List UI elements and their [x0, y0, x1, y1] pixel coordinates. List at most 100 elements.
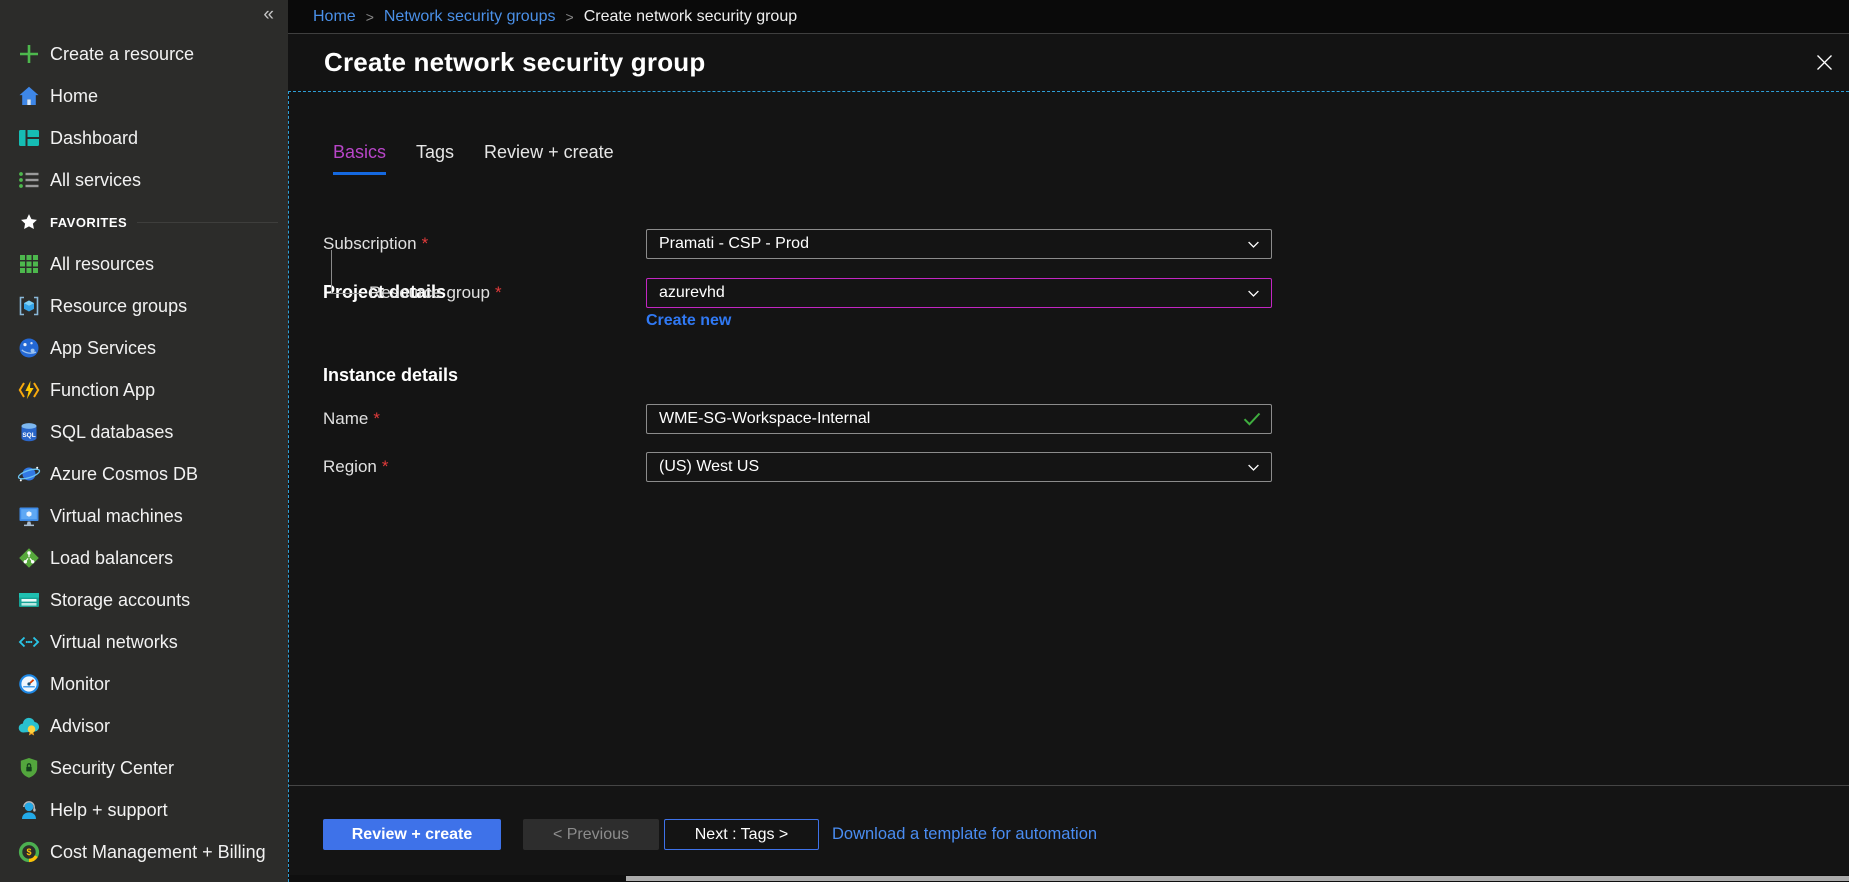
plus-icon: [16, 42, 41, 66]
sidebar-item-label: App Services: [50, 338, 156, 359]
sidebar-item-azure-cosmos-db[interactable]: Azure Cosmos DB: [0, 453, 288, 495]
sidebar: « Create a resource Home Dashboard All serv…: [0, 0, 288, 882]
wizard-footer: Review + create < Previous Next : Tags >…: [289, 785, 1849, 875]
page-title: Create network security group: [324, 47, 705, 78]
subscription-select[interactable]: Pramati - CSP - Prod: [646, 229, 1272, 259]
all-services-icon: [16, 168, 41, 192]
sidebar-item-function-app[interactable]: Function App: [0, 369, 288, 411]
tab-basics[interactable]: Basics: [333, 142, 386, 175]
star-icon: [16, 210, 41, 234]
instance-details-heading: Instance details: [323, 365, 458, 386]
sidebar-item-virtual-networks[interactable]: Virtual networks: [0, 621, 288, 663]
sidebar-item-label: Help + support: [50, 800, 168, 821]
app-services-icon: [16, 336, 41, 360]
sidebar-item-storage-accounts[interactable]: Storage accounts: [0, 579, 288, 621]
tab-bar: Basics Tags Review + create: [333, 142, 614, 175]
sidebar-item-virtual-machines[interactable]: Virtual machines: [0, 495, 288, 537]
sidebar-item-label: FAVORITES: [50, 215, 127, 230]
sidebar-item-security-center[interactable]: Security Center: [0, 747, 288, 789]
resource-groups-icon: [16, 294, 41, 318]
sidebar-item-label: Home: [50, 86, 98, 107]
chevron-down-icon: [1246, 237, 1261, 252]
sidebar-item-help-support[interactable]: Help + support: [0, 789, 288, 831]
region-select[interactable]: (US) West US: [646, 452, 1272, 482]
sidebar-item-all-resources[interactable]: All resources: [0, 243, 288, 285]
required-asterisk: *: [382, 457, 389, 476]
sidebar-item-home[interactable]: Home: [0, 75, 288, 117]
load-balancers-icon: [16, 546, 41, 570]
resource-group-connector: [331, 250, 364, 294]
advisor-icon: [16, 714, 41, 738]
breadcrumb-create-network-security-group: Create network security group: [584, 8, 797, 26]
breadcrumb-separator: >: [566, 9, 574, 25]
chevron-down-icon: [1246, 286, 1261, 301]
sidebar-item-label: Virtual machines: [50, 506, 183, 527]
function-app-icon: [16, 378, 41, 402]
sidebar-item-sql-databases[interactable]: SQL SQL databases: [0, 411, 288, 453]
home-icon: [16, 84, 41, 108]
create-new-link[interactable]: Create new: [646, 312, 731, 330]
next-tags-button[interactable]: Next : Tags >: [664, 819, 819, 850]
sidebar-item-label: Resource groups: [50, 296, 187, 317]
horizontal-scrollbar[interactable]: [289, 875, 1849, 882]
virtual-machines-icon: [16, 504, 41, 528]
breadcrumb-separator: >: [366, 9, 374, 25]
sidebar-item-load-balancers[interactable]: Load balancers: [0, 537, 288, 579]
breadcrumb-network-security-groups[interactable]: Network security groups: [384, 8, 556, 26]
all-resources-icon: [16, 252, 41, 276]
download-template-link[interactable]: Download a template for automation: [832, 819, 1097, 850]
sidebar-item-label: Virtual networks: [50, 632, 178, 653]
sidebar-item-label: Advisor: [50, 716, 110, 737]
sidebar-section-favorites: FAVORITES: [0, 201, 288, 243]
sidebar-item-label: All services: [50, 170, 141, 191]
sidebar-collapse-button[interactable]: «: [263, 5, 274, 24]
sidebar-item-label: Function App: [50, 380, 155, 401]
dashboard-icon: [16, 126, 41, 150]
sidebar-item-cost-management-billing[interactable]: $ Cost Management + Billing: [0, 831, 288, 873]
sidebar-item-resource-groups[interactable]: Resource groups: [0, 285, 288, 327]
create-nsg-form: BasicsTagsReview + create Project detail…: [288, 91, 1849, 882]
sidebar-item-label: Cost Management + Billing: [50, 842, 266, 863]
sidebar-item-dashboard[interactable]: Dashboard: [0, 117, 288, 159]
sidebar-item-label: Storage accounts: [50, 590, 190, 611]
sidebar-item-advisor[interactable]: Advisor: [0, 705, 288, 747]
sidebar-item-label: Azure Cosmos DB: [50, 464, 198, 485]
storage-accounts-icon: [16, 588, 41, 612]
previous-button[interactable]: < Previous: [523, 819, 659, 850]
cost-management-icon: $: [16, 840, 41, 864]
help-support-icon: [16, 798, 41, 822]
svg-text:$: $: [26, 847, 31, 857]
valid-check-icon: [1243, 412, 1261, 426]
section-divider: [137, 222, 278, 223]
sidebar-item-label: Monitor: [50, 674, 110, 695]
svg-text:SQL: SQL: [22, 432, 35, 439]
breadcrumb-home[interactable]: Home: [313, 8, 356, 26]
panel-header: Create network security group: [288, 33, 1849, 91]
tab-review-create[interactable]: Review + create: [484, 142, 614, 175]
required-asterisk: *: [422, 234, 429, 253]
review-create-button[interactable]: Review + create: [323, 819, 501, 850]
name-label: Name*: [323, 404, 380, 434]
sidebar-item-label: Create a resource: [50, 44, 194, 65]
tab-tags[interactable]: Tags: [416, 142, 454, 175]
resource-group-select[interactable]: azurevhd: [646, 278, 1272, 308]
sidebar-item-label: All resources: [50, 254, 154, 275]
resource-group-label: Resource group*: [369, 278, 502, 308]
region-label: Region*: [323, 452, 389, 482]
sidebar-item-label: Security Center: [50, 758, 174, 779]
close-icon[interactable]: [1816, 54, 1833, 71]
sidebar-item-monitor[interactable]: Monitor: [0, 663, 288, 705]
sidebar-item-label: Load balancers: [50, 548, 173, 569]
security-center-icon: [16, 756, 41, 780]
required-asterisk: *: [373, 409, 380, 428]
chevron-down-icon: [1246, 460, 1261, 475]
sidebar-item-all-services[interactable]: All services: [0, 159, 288, 201]
sidebar-nav: Create a resource Home Dashboard All servic…: [0, 0, 288, 873]
monitor-icon: [16, 672, 41, 696]
sidebar-item-app-services[interactable]: App Services: [0, 327, 288, 369]
sidebar-item-create-a-resource[interactable]: Create a resource: [0, 33, 288, 75]
sql-databases-icon: SQL: [16, 420, 41, 444]
sidebar-item-label: SQL databases: [50, 422, 173, 443]
name-input[interactable]: WME-SG-Workspace-Internal: [646, 404, 1272, 434]
scrollbar-thumb[interactable]: [626, 876, 1849, 881]
